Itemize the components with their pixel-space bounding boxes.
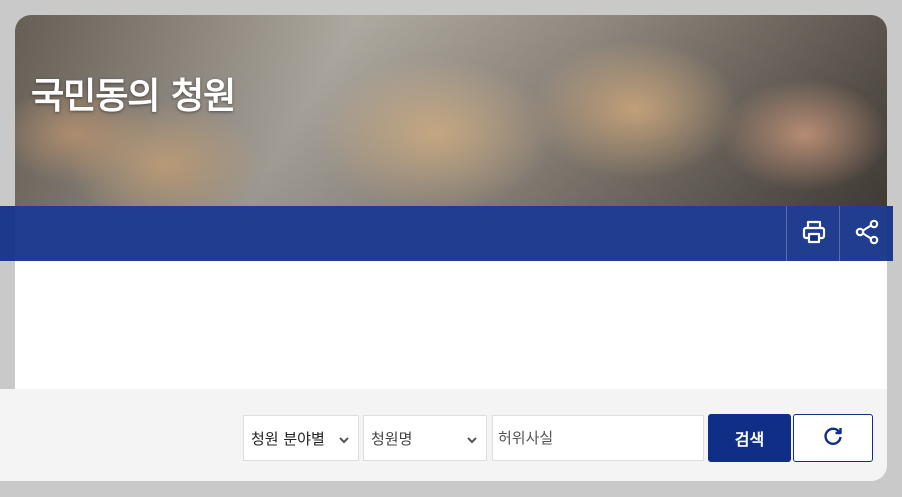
page-title: 국민동의 청원	[31, 76, 236, 117]
category-select-value: 청원 분야별	[251, 429, 325, 448]
search-button[interactable]: 검색	[708, 414, 791, 462]
field-select-value: 청원명	[371, 429, 413, 448]
field-select[interactable]: 청원명	[363, 415, 487, 461]
search-input[interactable]	[492, 415, 704, 461]
chevron-down-icon	[338, 432, 350, 450]
share-icon	[854, 219, 880, 249]
refresh-icon	[822, 425, 844, 451]
reset-button[interactable]	[793, 414, 873, 462]
category-select[interactable]: 청원 분야별	[243, 415, 359, 461]
share-button[interactable]	[839, 206, 893, 261]
title-action-bar	[0, 206, 893, 261]
chevron-down-icon	[466, 432, 478, 450]
print-icon	[801, 219, 827, 249]
print-button[interactable]	[786, 206, 840, 261]
